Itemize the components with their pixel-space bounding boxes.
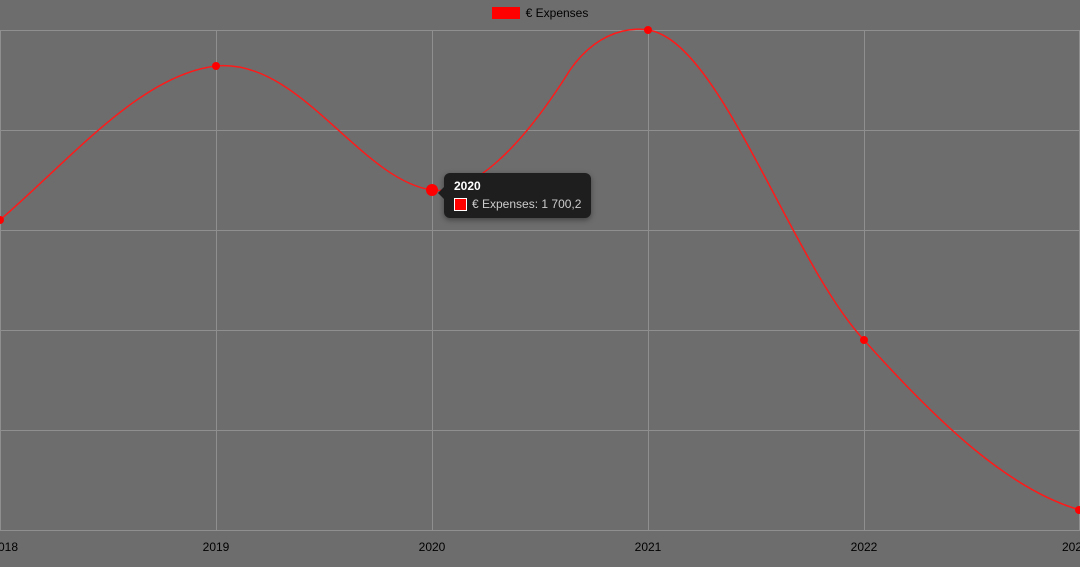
x-tick-2023: 202 (1062, 540, 1080, 554)
x-tick-2020: 2020 (419, 540, 446, 554)
data-point-2022[interactable] (860, 336, 868, 344)
x-tick-2018: 018 (0, 540, 18, 554)
data-point-2020[interactable] (426, 184, 438, 196)
chart-plot-area[interactable]: 2020 € Expenses: 1 700,2 (0, 30, 1080, 530)
x-tick-2021: 2021 (635, 540, 662, 554)
chart-line-expenses (0, 30, 1080, 530)
gridline-h (0, 530, 1080, 531)
chart-tooltip: 2020 € Expenses: 1 700,2 (444, 173, 591, 218)
tooltip-text: € Expenses: 1 700,2 (472, 197, 581, 211)
data-point-2019[interactable] (212, 62, 220, 70)
legend-swatch-expenses (492, 7, 520, 19)
x-tick-2022: 2022 (851, 540, 878, 554)
tooltip-title: 2020 (454, 179, 581, 193)
chart-legend[interactable]: € Expenses (0, 6, 1080, 20)
x-tick-2019: 2019 (203, 540, 230, 554)
data-point-2021[interactable] (644, 26, 652, 34)
tooltip-swatch (454, 198, 467, 211)
legend-label-expenses: € Expenses (526, 6, 589, 20)
data-point-2023[interactable] (1075, 506, 1080, 514)
